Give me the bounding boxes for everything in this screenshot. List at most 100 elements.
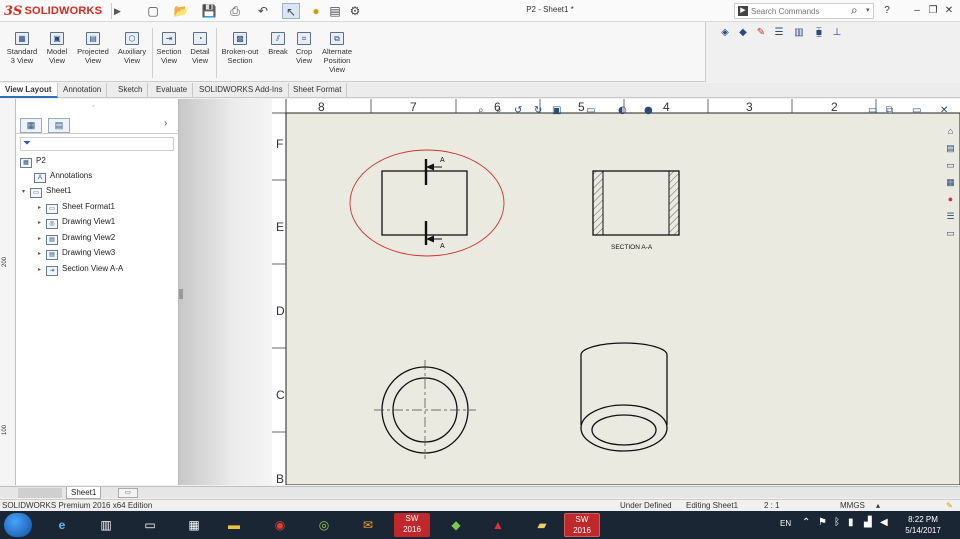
tree-filter[interactable]: ⏷	[20, 137, 174, 151]
tab-solidworks-add-ins[interactable]: SOLIDWORKS Add-Ins	[194, 83, 289, 98]
tab-evaluate[interactable]: Evaluate	[151, 83, 194, 98]
search-commands[interactable]: ▶ ⌕ ▾	[734, 3, 874, 19]
rotate-view-icon[interactable]: ↻	[534, 105, 542, 116]
flag-icon[interactable]: ⚑	[818, 517, 827, 528]
expand-icon[interactable]: ▸	[38, 202, 46, 215]
battery-icon[interactable]: ▮	[848, 517, 854, 528]
collapse-icon[interactable]: ▾	[22, 186, 30, 199]
close-icon[interactable]: ✕	[942, 3, 956, 19]
autocad-icon[interactable]: ▲	[480, 513, 516, 537]
sheet-tab[interactable]: Sheet1	[66, 487, 102, 499]
tree-item-drawing-view1[interactable]: ▸ ◎ Drawing View1	[38, 215, 115, 230]
rebuild-icon[interactable]: ●	[310, 3, 322, 19]
help-button[interactable]: ?	[880, 3, 894, 19]
view-close-icon[interactable]: ✕	[940, 105, 948, 116]
app-circle-icon[interactable]: ◎	[306, 513, 342, 537]
solidworks-logo[interactable]: 3S SOLIDWORKS	[4, 2, 108, 20]
language-indicator[interactable]: EN	[780, 519, 791, 528]
presentation-app-icon[interactable]: ▦	[176, 513, 212, 537]
bluetooth-icon[interactable]: ᛒ	[834, 517, 840, 528]
tab-annotation[interactable]: Annotation	[58, 83, 108, 98]
tree-item-sheet-format1[interactable]: ▸ ▭ Sheet Format1	[38, 200, 115, 215]
tree-item-annotations[interactable]: A Annotations	[26, 169, 92, 183]
design-library-icon[interactable]: ▤	[944, 142, 957, 155]
view-minimize-icon[interactable]: ▭	[912, 105, 921, 116]
search-dropdown-icon[interactable]: ▾	[866, 6, 870, 14]
previous-view-icon[interactable]: ↺	[514, 105, 522, 116]
section-view-toolbar-icon[interactable]: ▣	[552, 105, 561, 116]
line-thickness-icon[interactable]: ☰	[772, 26, 786, 40]
tab-view-layout[interactable]: View Layout	[0, 83, 58, 98]
expand-icon[interactable]: ▸	[38, 233, 46, 246]
view-palette-icon[interactable]: ▦	[944, 176, 957, 189]
restore-icon[interactable]: ❐	[926, 3, 940, 19]
scanner-app-icon[interactable]: ▥	[88, 513, 124, 537]
zoom-to-area-icon[interactable]: ⌕	[496, 105, 502, 116]
network-icon[interactable]: ▟	[864, 517, 872, 528]
tree-item-p2[interactable]: ▦ P2	[20, 154, 46, 168]
unit-dropdown-icon[interactable]: ▴	[876, 500, 880, 511]
panel-grip-icon[interactable]: ◦	[92, 103, 94, 110]
search-input[interactable]	[751, 5, 847, 17]
game-app-icon[interactable]: ◆	[438, 513, 474, 537]
add-sheet-icon[interactable]: ▭	[118, 488, 138, 498]
zoom-to-fit-icon[interactable]: ⌕	[478, 105, 484, 116]
media-app-icon[interactable]: ▭	[132, 513, 168, 537]
sheet-scale[interactable]: 2 : 1	[764, 500, 780, 511]
standard-3-view-button[interactable]: ▦ Standard 3 View	[4, 32, 40, 65]
options-icon[interactable]: ⚙	[346, 3, 364, 19]
chrome-icon[interactable]: ◉	[262, 513, 298, 537]
break-button[interactable]: ⫽ Break	[266, 32, 290, 56]
tree-item-sheet1[interactable]: ▾ ▭ Sheet1	[22, 184, 71, 199]
solidworks-taskbar-icon[interactable]: SW 2016	[394, 513, 430, 537]
graphics-area[interactable]: 8 7 6 5 4 3 2 F E D C B ⌕ ⌕ ↺ ↻ ▣ ▭ ◐ ● …	[272, 99, 960, 485]
appearances-icon[interactable]: ●	[944, 193, 957, 206]
color-display-mode-icon[interactable]: ⊥	[830, 26, 844, 40]
start-button[interactable]	[4, 513, 32, 537]
solidworks-active-taskbar-icon[interactable]: SW 2016	[564, 513, 600, 537]
chevron-right-icon[interactable]: ›	[164, 118, 167, 129]
drawing-sheet[interactable]: 8 7 6 5 4 3 2 F E D C B ⌕ ⌕ ↺ ↻ ▣ ▭ ◐ ● …	[272, 99, 960, 485]
new-icon[interactable]: ▢	[146, 3, 160, 19]
forum-icon[interactable]: ▭	[944, 227, 957, 240]
tree-item-drawing-view3[interactable]: ▸ ▤ Drawing View3	[38, 246, 115, 260]
crop-view-button[interactable]: ⌗ Crop View	[292, 32, 316, 65]
outlook-icon[interactable]: ✉	[350, 513, 386, 537]
projected-view-button[interactable]: ▤ Projected View	[74, 32, 112, 65]
splitter-grip[interactable]	[179, 289, 183, 299]
layer-icon[interactable]: ◈	[718, 26, 732, 40]
open-icon[interactable]: 📂	[172, 3, 190, 19]
show-hidden-icons-icon[interactable]: ⌃	[802, 517, 810, 528]
select-icon[interactable]: ↖	[282, 3, 300, 19]
sheet-navigation-arrows[interactable]	[18, 488, 62, 498]
home-icon[interactable]: ⌂	[944, 125, 957, 138]
feature-manager-tab-icon[interactable]: ▦	[20, 118, 42, 133]
minimize-icon[interactable]: –	[910, 3, 924, 19]
folder-taskbar-icon[interactable]: ▰	[524, 513, 560, 537]
search-icon[interactable]: ⌕	[851, 3, 858, 18]
custom-properties-icon[interactable]: ☰	[944, 210, 957, 223]
clock[interactable]: 8:22 PM 5/14/2017	[896, 514, 950, 536]
detail-view-button[interactable]: ◔ Detail View	[186, 32, 214, 65]
expand-icon[interactable]: ▸	[38, 264, 46, 277]
hide-show-edges-icon[interactable]: ⧯	[812, 26, 826, 40]
expand-icon[interactable]: ▸	[38, 217, 46, 230]
tree-item-section-view-a-a[interactable]: ▸ ⇥ Section View A-A	[38, 262, 123, 277]
undo-icon[interactable]: ↶	[254, 3, 272, 19]
alternate-position-view-button[interactable]: ⧉ Alternate Position View	[318, 32, 356, 74]
file-explorer-taskbar-icon[interactable]: ▬	[216, 513, 252, 537]
file-properties-icon[interactable]: ▤	[328, 3, 342, 19]
section-view-button[interactable]: ⇥ Section View	[154, 32, 184, 65]
tree-item-drawing-view2[interactable]: ▸ ▤ Drawing View2	[38, 231, 115, 246]
line-color-icon[interactable]: ✎	[754, 26, 768, 40]
broken-out-section-button[interactable]: ▩ Broken-out Section	[218, 32, 262, 65]
auxiliary-view-button[interactable]: ⬡ Auxiliary View	[114, 32, 150, 65]
menu-expand-arrow-icon[interactable]: ▶	[111, 3, 123, 19]
appearance-icon[interactable]: ●	[644, 105, 653, 116]
property-manager-tab-icon[interactable]: ▤	[48, 118, 70, 133]
internet-explorer-icon[interactable]: e	[44, 513, 80, 537]
view-orientation-icon[interactable]: ▭	[586, 105, 595, 116]
tab-sheet-format[interactable]: Sheet Format	[288, 83, 348, 98]
tile-icon[interactable]: ▭	[868, 105, 877, 116]
panel-splitter[interactable]	[179, 99, 272, 485]
